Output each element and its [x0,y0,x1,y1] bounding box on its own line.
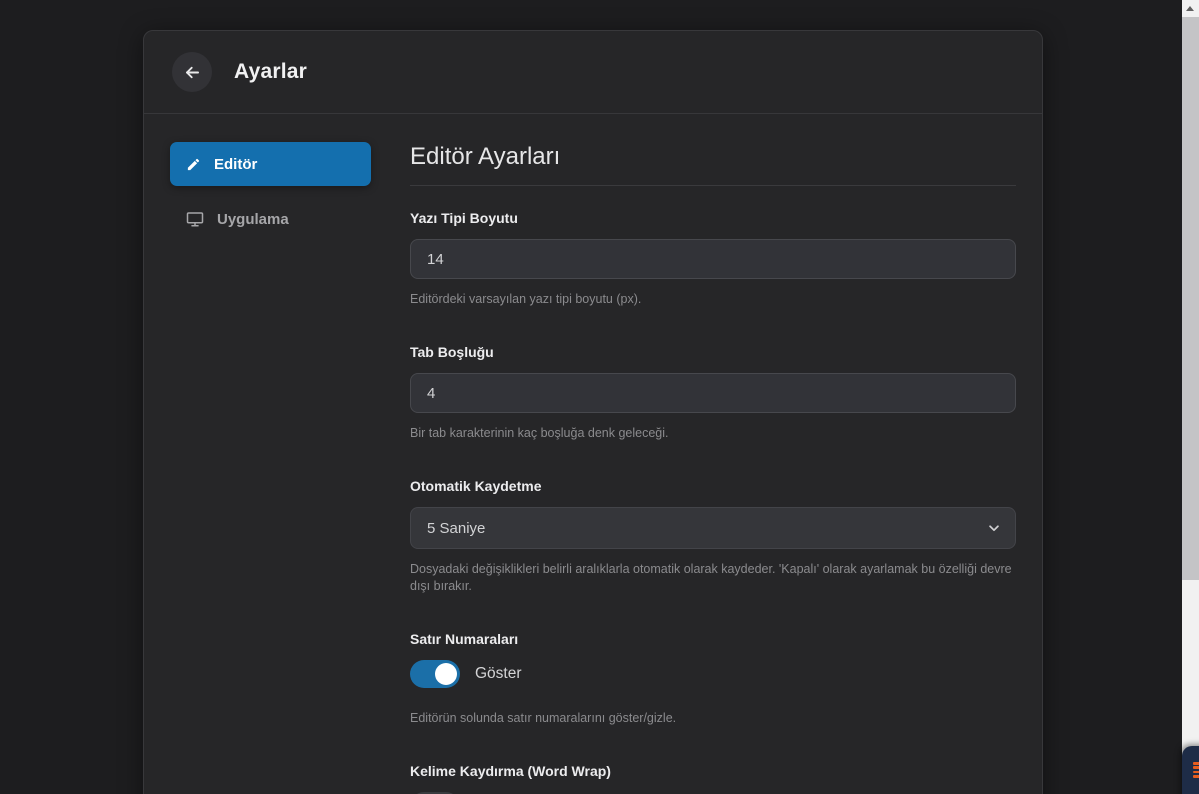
card-header: Ayarlar [144,31,1042,114]
autosave-select[interactable]: 5 Saniye [410,507,1016,549]
section-heading: Editör Ayarları [410,142,1016,172]
sidebar-item-uygulama[interactable]: Uygulama [170,201,371,237]
line-numbers-toggle[interactable] [410,660,460,688]
monitor-icon [186,210,204,228]
field-label: Tab Boşluğu [410,344,1016,360]
field-help: Editörün solunda satır numaralarını göst… [410,710,1014,727]
sidebar-item-label: Editör [214,156,257,173]
field-line-numbers: Satır Numaraları Göster Editörün solunda… [410,631,1016,727]
toggle-state-label: Göster [475,665,522,683]
page-title: Ayarlar [234,60,307,84]
toggle-knob [435,663,457,685]
pencil-icon [186,157,201,172]
field-word-wrap: Kelime Kaydırma (Word Wrap) Aktif [410,763,1016,794]
field-autosave: Otomatik Kaydetme 5 Saniye Dosyadaki değ… [410,478,1016,595]
field-label: Kelime Kaydırma (Word Wrap) [410,763,1016,779]
font-size-input[interactable] [410,239,1016,279]
floating-widget-button[interactable] [1182,746,1199,794]
scroll-up-arrow-icon[interactable] [1186,6,1194,11]
settings-content: Editör Ayarları Yazı Tipi Boyutu Editörd… [410,142,1016,794]
field-help: Bir tab karakterinin kaç boşluğa denk ge… [410,425,1014,442]
line-numbers-toggle-row: Göster [410,660,1016,688]
field-help: Dosyadaki değişiklikleri belirli aralıkl… [410,561,1014,595]
card-body: Editör Uygulama Editör Ayarları Yazı Tip… [144,114,1042,794]
sidebar-item-label: Uygulama [217,211,289,228]
heading-divider [410,185,1016,186]
chevron-down-icon [987,521,1001,535]
autosave-selected-value: 5 Saniye [427,520,485,537]
tab-size-input[interactable] [410,373,1016,413]
sidebar-item-editor[interactable]: Editör [170,142,371,186]
field-help: Editördeki varsayılan yazı tipi boyutu (… [410,291,1014,308]
field-label: Otomatik Kaydetme [410,478,1016,494]
field-font-size: Yazı Tipi Boyutu Editördeki varsayılan y… [410,210,1016,308]
vertical-scrollbar[interactable] [1182,0,1199,794]
arrow-left-icon [183,63,202,82]
field-tab-size: Tab Boşluğu Bir tab karakterinin kaç boş… [410,344,1016,442]
scrollbar-thumb[interactable] [1182,17,1199,580]
field-label: Satır Numaraları [410,631,1016,647]
list-bars-icon [1193,762,1199,778]
settings-card: Ayarlar Editör Uygulama [143,30,1043,794]
field-label: Yazı Tipi Boyutu [410,210,1016,226]
sidebar: Editör Uygulama [170,142,371,794]
back-button[interactable] [172,52,212,92]
